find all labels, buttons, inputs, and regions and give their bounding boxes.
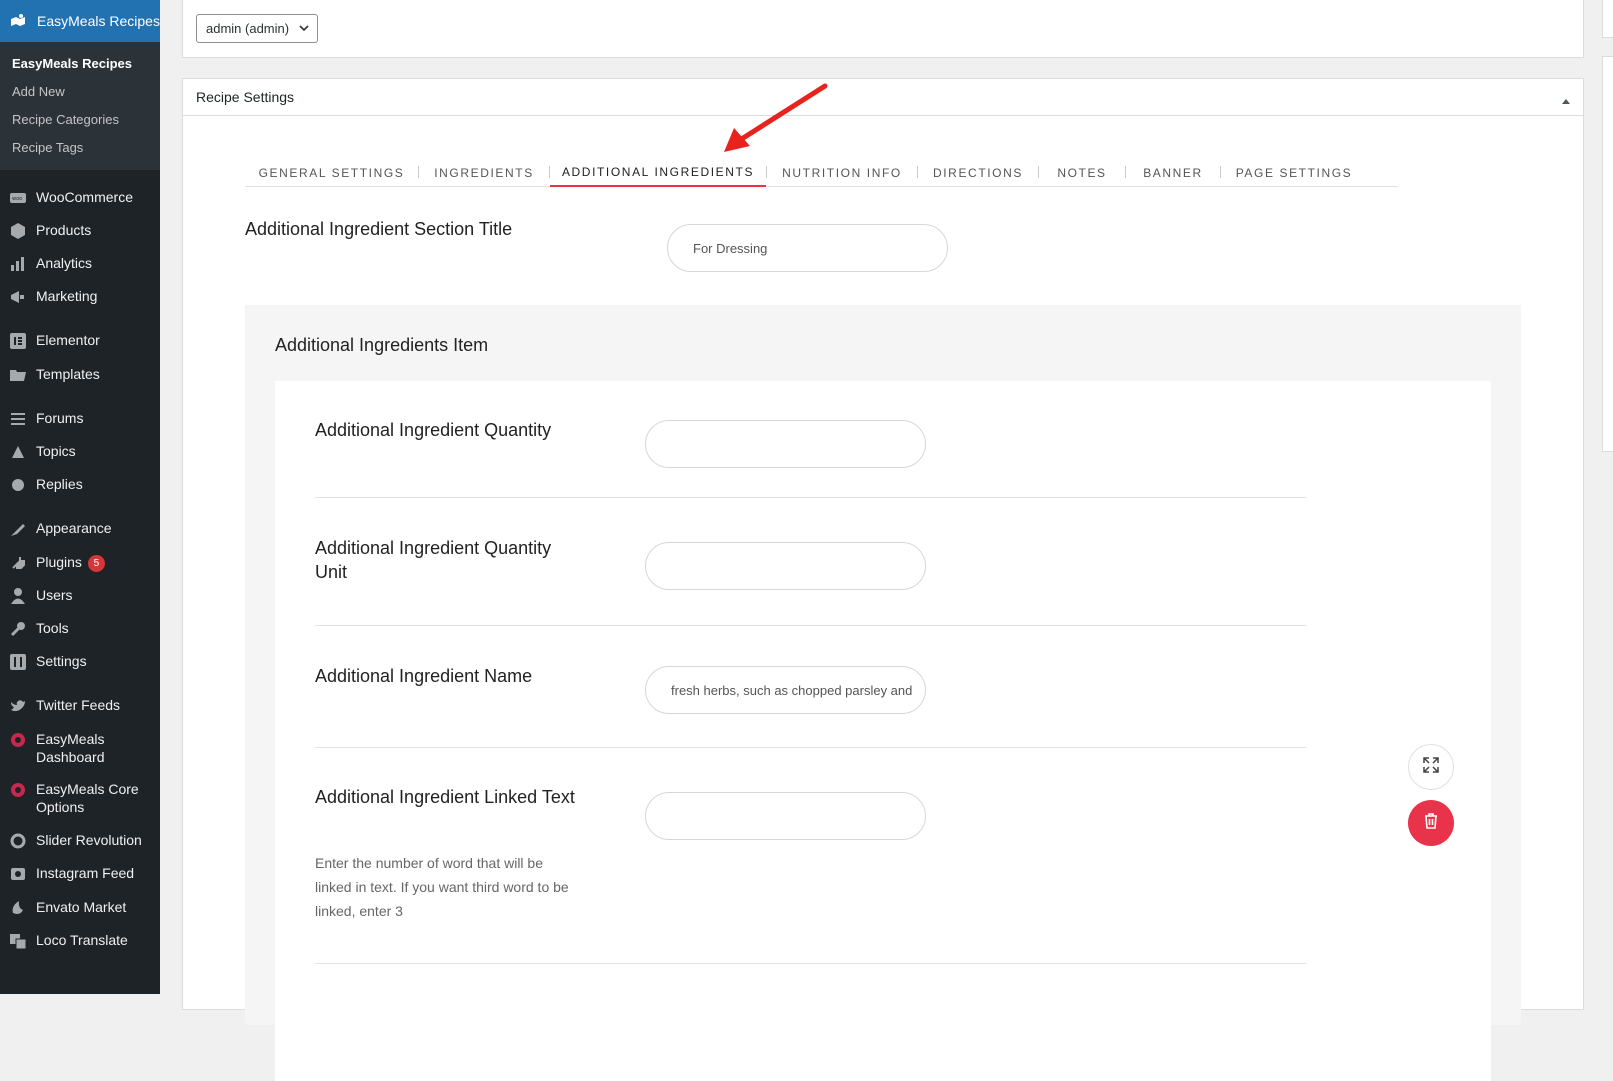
panel-header[interactable]: Recipe Settings	[183, 79, 1583, 116]
settings-tabs: GENERAL SETTINGS INGREDIENTS ADDITIONAL …	[245, 159, 1398, 187]
side-panel	[1602, 56, 1613, 452]
sidebar-item-appearance[interactable]: Appearance	[0, 519, 160, 539]
sidebar-item-twitter-feeds[interactable]: Twitter Feeds	[0, 696, 160, 716]
woocommerce-icon: woo	[8, 188, 28, 208]
forums-icon	[8, 409, 28, 429]
section-title-label: Additional Ingredient Section Title	[245, 219, 513, 239]
collapse-arrow-icon[interactable]	[1561, 92, 1571, 110]
appearance-icon	[8, 519, 28, 539]
sidebar-item-plugins[interactable]: Plugins 5	[0, 553, 160, 573]
instagram-icon	[8, 864, 28, 884]
quantity-input[interactable]	[645, 420, 926, 468]
sidebar-item-topics[interactable]: Topics	[0, 442, 160, 462]
row-divider	[315, 747, 1306, 748]
author-panel: admin (admin)	[182, 0, 1584, 58]
row-divider	[315, 497, 1306, 498]
sidebar-item-products[interactable]: Products	[0, 221, 160, 241]
tab-nutrition-info[interactable]: NUTRITION INFO	[767, 159, 917, 186]
recipe-settings-panel: Recipe Settings GENERAL SETTINGS INGREDI…	[182, 78, 1584, 1081]
marketing-icon	[8, 287, 28, 307]
tab-additional-ingredients[interactable]: ADDITIONAL INGREDIENTS	[550, 159, 766, 187]
replies-icon	[8, 475, 28, 495]
expand-icon	[1422, 756, 1440, 779]
sidebar-item-templates[interactable]: Templates	[0, 365, 160, 385]
trash-icon	[1423, 812, 1439, 835]
quantity-unit-label: Additional Ingredient Quantity Unit	[315, 538, 552, 582]
tab-banner[interactable]: BANNER	[1126, 159, 1220, 186]
sidebar-item-elementor[interactable]: Elementor	[0, 331, 160, 351]
easymeals-icon	[8, 780, 28, 800]
row-divider	[315, 625, 1306, 626]
sidebar-item-analytics[interactable]: Analytics	[0, 254, 160, 274]
translate-icon	[8, 931, 28, 951]
submenu-item-recipe-categories[interactable]: Recipe Categories	[12, 112, 119, 127]
tab-notes[interactable]: NOTES	[1039, 159, 1125, 186]
linked-text-input[interactable]	[645, 792, 926, 840]
additional-ingredients-group: Additional Ingredients Item Additional I…	[245, 305, 1521, 1081]
author-select[interactable]: admin (admin)	[196, 14, 318, 43]
linked-text-label: Additional Ingredient Linked Text	[315, 787, 575, 807]
sidebar-item-slider-revolution[interactable]: Slider Revolution	[0, 831, 160, 851]
right-edge-panels	[1602, 0, 1613, 994]
plugins-update-badge: 5	[87, 554, 105, 572]
sidebar-item-label: EasyMeals Recipes	[37, 13, 160, 29]
easymeals-icon	[8, 730, 28, 750]
sidebar-item-easymeals-core-options[interactable]: EasyMeals Core Options	[0, 780, 160, 816]
tab-general-settings[interactable]: GENERAL SETTINGS	[245, 159, 418, 186]
sidebar-item-marketing[interactable]: Marketing	[0, 287, 160, 307]
chevron-down-icon	[298, 21, 310, 38]
tab-page-settings[interactable]: PAGE SETTINGS	[1221, 159, 1367, 186]
svg-text:woo: woo	[12, 196, 22, 202]
name-input[interactable]: fresh herbs, such as chopped parsley and	[645, 666, 926, 714]
sidebar-item-easymeals-dashboard[interactable]: EasyMeals Dashboard	[0, 730, 160, 766]
sidebar-item-settings[interactable]: Settings	[0, 652, 160, 672]
envato-icon	[8, 898, 28, 918]
sidebar-item-forums[interactable]: Forums	[0, 409, 160, 429]
tab-ingredients[interactable]: INGREDIENTS	[419, 159, 549, 186]
admin-sidebar: EasyMeals Recipes EasyMeals Recipes Add …	[0, 0, 160, 994]
sidebar-item-easymeals-recipes[interactable]: EasyMeals Recipes	[0, 0, 160, 42]
templates-icon	[8, 365, 28, 385]
name-label: Additional Ingredient Name	[315, 666, 533, 686]
twitter-icon	[8, 696, 28, 716]
sidebar-item-envato-market[interactable]: Envato Market	[0, 898, 160, 918]
topics-icon	[8, 442, 28, 462]
recipes-icon	[8, 11, 28, 31]
quantity-label: Additional Ingredient Quantity	[315, 420, 552, 440]
settings-icon	[8, 652, 28, 672]
products-icon	[8, 221, 28, 241]
plugins-icon	[8, 553, 28, 573]
sidebar-item-loco-translate[interactable]: Loco Translate	[0, 931, 160, 951]
submenu-item-all-recipes[interactable]: EasyMeals Recipes	[12, 56, 132, 71]
elementor-icon	[8, 331, 28, 351]
linked-text-help: Enter the number of word that will be li…	[315, 855, 569, 919]
quantity-unit-input[interactable]	[645, 542, 926, 590]
row-divider	[315, 963, 1306, 964]
tab-directions[interactable]: DIRECTIONS	[918, 159, 1038, 186]
sidebar-item-tools[interactable]: Tools	[0, 619, 160, 639]
submenu-item-recipe-tags[interactable]: Recipe Tags	[12, 140, 83, 155]
sidebar-item-users[interactable]: Users	[0, 586, 160, 606]
delete-button[interactable]	[1408, 800, 1454, 846]
sidebar-item-instagram-feed[interactable]: Instagram Feed	[0, 864, 160, 884]
analytics-icon	[8, 254, 28, 274]
sidebar-item-replies[interactable]: Replies	[0, 475, 160, 495]
sidebar-item-woocommerce[interactable]: woo WooCommerce	[0, 188, 160, 208]
sidebar-submenu: EasyMeals Recipes Add New Recipe Categor…	[0, 42, 160, 170]
side-panel-top	[1602, 0, 1613, 38]
panel-title: Recipe Settings	[196, 89, 295, 105]
users-icon	[8, 586, 28, 606]
slider-icon	[8, 831, 28, 851]
ingredient-item: Additional Ingredient Quantity Additiona…	[275, 381, 1491, 1081]
expand-button[interactable]	[1408, 744, 1454, 790]
annotation-arrow-icon	[724, 83, 828, 152]
section-title-input[interactable]: For Dressing	[667, 224, 948, 272]
group-title: Additional Ingredients Item	[275, 335, 489, 355]
tools-icon	[8, 619, 28, 639]
submenu-item-add-new[interactable]: Add New	[12, 84, 65, 99]
